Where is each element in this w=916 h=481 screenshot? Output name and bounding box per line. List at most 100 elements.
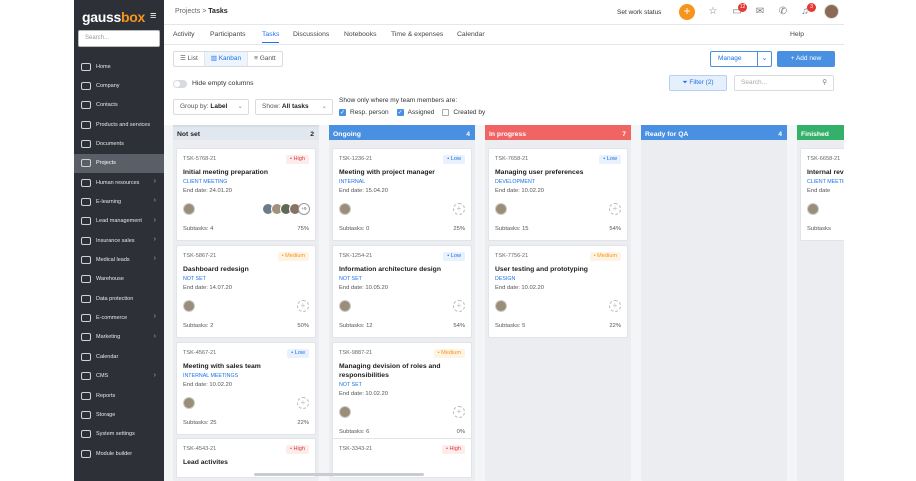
- tab-calendar[interactable]: Calendar: [457, 31, 485, 38]
- sidebar-search-input[interactable]: Search...: [78, 30, 160, 47]
- task-card[interactable]: TSK-7658-21 • Low Managing user preference…: [488, 148, 628, 241]
- sidebar-item-cms[interactable]: CMS ›: [74, 367, 164, 386]
- column-header[interactable]: Finished: [797, 125, 844, 140]
- sidebar-item-projects[interactable]: Projects: [74, 153, 164, 174]
- task-card[interactable]: TSK-4543-21 • High Lead activites: [176, 438, 316, 478]
- sidebar-item-insurance-sales[interactable]: Insurance sales ›: [74, 231, 164, 250]
- add-participant-icon[interactable]: +: [297, 397, 309, 409]
- task-card[interactable]: TSK-1236-21 • Low Meeting with project man…: [332, 148, 472, 241]
- sidebar-item-marketing[interactable]: Marketing ›: [74, 328, 164, 347]
- hide-empty-toggle[interactable]: [173, 80, 187, 88]
- sidebar-item-data-protection[interactable]: Data protection: [74, 289, 164, 308]
- check-created-by[interactable]: Created by: [442, 109, 485, 116]
- participants-group[interactable]: +9: [262, 203, 310, 215]
- column-header[interactable]: Ongoing 4: [329, 125, 475, 140]
- assignee-avatar[interactable]: [339, 406, 351, 418]
- tab-time-expenses[interactable]: Time & expenses: [391, 31, 443, 38]
- user-avatar[interactable]: [824, 4, 839, 19]
- view-gantt-button[interactable]: ≡ Gantt: [248, 52, 282, 66]
- assignee-avatar[interactable]: [807, 203, 819, 215]
- gaussbox-logo[interactable]: gaussbox: [82, 9, 145, 25]
- sidebar-item-storage[interactable]: Storage: [74, 405, 164, 424]
- breadcrumb-projects[interactable]: Projects: [175, 8, 200, 15]
- view-kanban-button[interactable]: ▥ Kanban: [204, 52, 249, 66]
- star-icon[interactable]: ☆: [707, 6, 719, 17]
- assignee-avatar[interactable]: [495, 300, 507, 312]
- add-participant-icon[interactable]: +: [453, 406, 465, 418]
- task-title[interactable]: Meeting with sales team: [183, 362, 311, 371]
- tab-participants[interactable]: Participants: [210, 31, 246, 38]
- hamburger-menu-icon[interactable]: ≡: [150, 10, 156, 22]
- assignee-avatar[interactable]: [339, 203, 351, 215]
- tab-activity[interactable]: Activity: [173, 31, 195, 38]
- sidebar-item-lead-management[interactable]: Lead management ›: [74, 212, 164, 231]
- task-title[interactable]: Lead activites: [183, 458, 311, 467]
- task-title[interactable]: Managing user preferences: [495, 168, 623, 177]
- task-title[interactable]: Internal review: [807, 168, 844, 177]
- task-card[interactable]: TSK-3343-21 • High: [332, 438, 472, 478]
- manage-dropdown[interactable]: Manage ⌄: [710, 51, 772, 67]
- sidebar-item-documents[interactable]: Documents: [74, 134, 164, 153]
- assignee-avatar[interactable]: [183, 300, 195, 312]
- sidebar-item-module-builder[interactable]: Module builder: [74, 444, 164, 463]
- group-by-dropdown[interactable]: Group by: Label ⌄: [173, 99, 249, 115]
- task-card[interactable]: TSK-1254-21 • Low Information architecture…: [332, 245, 472, 338]
- sidebar-item-e-commerce[interactable]: E-commerce ›: [74, 308, 164, 327]
- mail-icon[interactable]: ✉: [754, 6, 766, 17]
- task-title[interactable]: Managing devision of roles and responsib…: [339, 362, 467, 380]
- sidebar-item-reports[interactable]: Reports: [74, 386, 164, 405]
- task-search-input[interactable]: Search... ⚲: [734, 75, 834, 91]
- task-title[interactable]: Information architecture design: [339, 265, 467, 274]
- view-list-button[interactable]: ☰ List: [174, 52, 205, 66]
- task-card[interactable]: TSK-6658-21 Internal review CLIENT MEETING…: [800, 148, 844, 241]
- task-card[interactable]: TSK-9887-21 • Medium Managing devision of …: [332, 342, 472, 444]
- assignee-avatar[interactable]: [339, 300, 351, 312]
- add-participant-icon[interactable]: +: [609, 300, 621, 312]
- task-card[interactable]: TSK-7756-21 • Medium User testing and prot…: [488, 245, 628, 338]
- chevron-down-icon[interactable]: ⌄: [757, 52, 771, 66]
- add-new-button[interactable]: + Add new: [777, 51, 835, 67]
- tab-tasks[interactable]: Tasks: [262, 31, 280, 43]
- checkbox-icon[interactable]: ✓: [396, 109, 404, 116]
- sidebar-item-warehouse[interactable]: Warehouse: [74, 270, 164, 289]
- show-dropdown[interactable]: Show: All tasks ⌄: [255, 99, 333, 115]
- task-card[interactable]: TSK-5768-21 • High Initial meeting prepara…: [176, 148, 316, 241]
- task-card[interactable]: TSK-4567-21 • Low Meeting with sales team I…: [176, 342, 316, 435]
- horizontal-scrollbar[interactable]: [254, 473, 424, 476]
- assignee-avatar[interactable]: [495, 203, 507, 215]
- task-title[interactable]: Initial meeting preparation: [183, 168, 311, 177]
- sidebar-item-e-learning[interactable]: E-learning ›: [74, 192, 164, 211]
- sidebar-item-human-resources[interactable]: Human resources ›: [74, 173, 164, 192]
- column-header[interactable]: Ready for QA 4: [641, 125, 787, 140]
- check-resp-person[interactable]: ✓ Resp. person: [339, 109, 389, 116]
- assignee-avatar[interactable]: [183, 203, 195, 215]
- add-participant-icon[interactable]: +: [453, 203, 465, 215]
- assignee-avatar[interactable]: [183, 397, 195, 409]
- help-link[interactable]: Help: [790, 31, 804, 38]
- filter-button[interactable]: ⏷ Filter (2): [669, 75, 727, 91]
- sidebar-item-products-and-services[interactable]: Products and services: [74, 115, 164, 134]
- set-work-status-button[interactable]: Set work status: [617, 9, 661, 16]
- check-assigned[interactable]: ✓ Assigned: [396, 109, 434, 116]
- phone-icon[interactable]: ✆: [777, 6, 789, 17]
- tab-discussions[interactable]: Discussions: [293, 31, 329, 38]
- task-title[interactable]: User testing and prototyping: [495, 265, 623, 274]
- sidebar-item-medical-leads[interactable]: Medical leads ›: [74, 250, 164, 269]
- sidebar-item-home[interactable]: Home: [74, 57, 164, 76]
- task-title[interactable]: Dashboard redesign: [183, 265, 311, 274]
- task-card[interactable]: TSK-5867-21 • Medium Dashboard redesign NOT…: [176, 245, 316, 338]
- sidebar-item-company[interactable]: Company: [74, 76, 164, 95]
- task-title[interactable]: Meeting with project manager: [339, 168, 467, 177]
- column-header[interactable]: In progress 7: [485, 125, 631, 140]
- add-participant-icon[interactable]: +: [453, 300, 465, 312]
- sidebar-item-contacts[interactable]: Contacts: [74, 96, 164, 115]
- column-header[interactable]: Not set 2: [173, 125, 319, 140]
- sidebar-item-calendar[interactable]: Calendar: [74, 347, 164, 366]
- tab-notebooks[interactable]: Notebooks: [344, 31, 377, 38]
- quick-add-plus-icon[interactable]: +: [679, 4, 695, 20]
- add-participant-icon[interactable]: +: [609, 203, 621, 215]
- sidebar-item-system-settings[interactable]: System settings: [74, 425, 164, 444]
- checkbox-icon[interactable]: [442, 109, 450, 116]
- add-participant-icon[interactable]: +: [297, 300, 309, 312]
- checkbox-icon[interactable]: ✓: [339, 109, 346, 116]
